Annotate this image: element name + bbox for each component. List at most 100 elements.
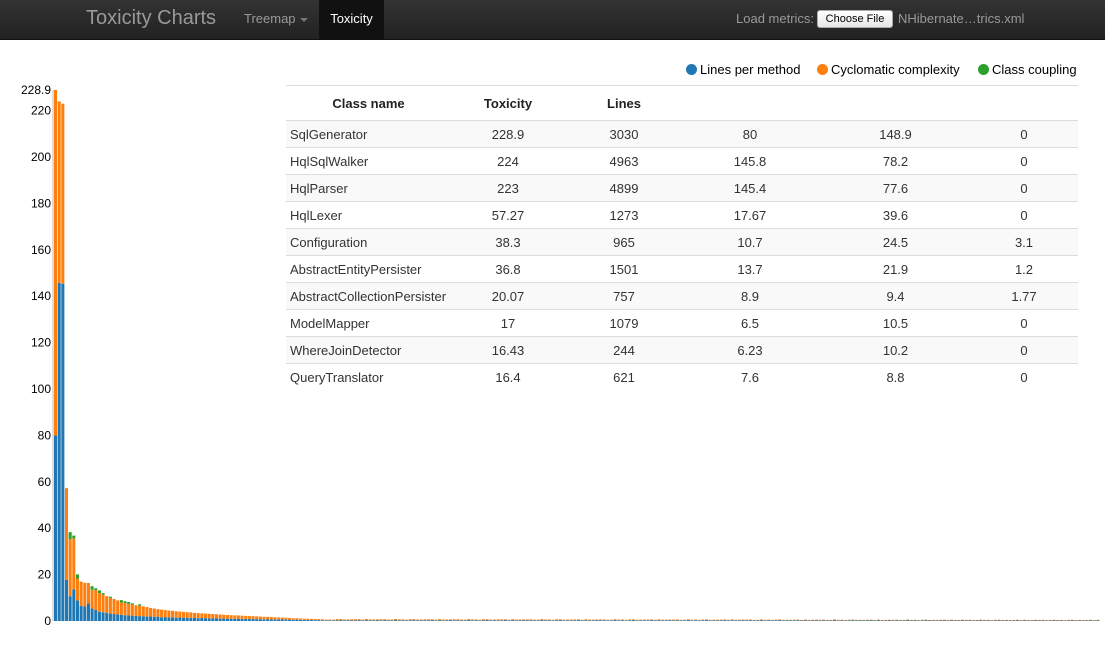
bar-segment-cyclomatic-complexity[interactable] xyxy=(785,619,789,621)
bar-segment-lines-per-method[interactable] xyxy=(255,619,259,621)
bar-segment-cyclomatic-complexity[interactable] xyxy=(683,619,687,621)
bar-segment-cyclomatic-complexity[interactable] xyxy=(438,619,442,621)
bar-segment-cyclomatic-complexity[interactable] xyxy=(412,619,416,621)
bar-segment-class-coupling[interactable] xyxy=(130,603,134,605)
bar-segment-lines-per-method[interactable] xyxy=(646,620,650,621)
bar-segment-lines-per-method[interactable] xyxy=(551,620,555,621)
bar-segment-cyclomatic-complexity[interactable] xyxy=(997,619,1001,621)
bar-segment-lines-per-method[interactable] xyxy=(247,619,251,621)
bar-segment-lines-per-method[interactable] xyxy=(792,620,796,621)
bar-segment-cyclomatic-complexity[interactable] xyxy=(562,619,566,621)
bar-segment-lines-per-method[interactable] xyxy=(470,620,474,621)
bar-segment-cyclomatic-complexity[interactable] xyxy=(456,619,460,621)
bar-segment-cyclomatic-complexity[interactable] xyxy=(1074,620,1078,621)
bar-segment-lines-per-method[interactable] xyxy=(182,617,186,621)
bar-segment-lines-per-method[interactable] xyxy=(602,620,606,621)
bar-segment-lines-per-method[interactable] xyxy=(781,620,785,621)
bar-segment-lines-per-method[interactable] xyxy=(240,618,244,621)
bar-segment-class-coupling[interactable] xyxy=(97,590,101,594)
bar-segment-cyclomatic-complexity[interactable] xyxy=(1019,620,1023,621)
bar-segment-lines-per-method[interactable] xyxy=(895,620,899,621)
bar-segment-cyclomatic-complexity[interactable] xyxy=(328,619,332,621)
bar-segment-lines-per-method[interactable] xyxy=(518,620,522,621)
bar-segment-cyclomatic-complexity[interactable] xyxy=(1034,619,1038,621)
bar-segment-lines-per-method[interactable] xyxy=(584,620,588,621)
table-row[interactable]: HqlParser 223 4899 145.4 77.6 0 xyxy=(286,174,1078,202)
bar-segment-cyclomatic-complexity[interactable] xyxy=(346,619,350,621)
bar-segment-cyclomatic-complexity[interactable] xyxy=(335,619,339,621)
bar-segment-lines-per-method[interactable] xyxy=(664,620,668,621)
bar-segment-cyclomatic-complexity[interactable] xyxy=(624,619,628,621)
bar-segment-cyclomatic-complexity[interactable] xyxy=(737,619,741,621)
bar-segment-cyclomatic-complexity[interactable] xyxy=(284,617,288,620)
bar-segment-cyclomatic-complexity[interactable] xyxy=(719,619,723,621)
bar-segment-lines-per-method[interactable] xyxy=(130,615,134,621)
bar-segment-lines-per-method[interactable] xyxy=(533,620,537,621)
bar-segment-cyclomatic-complexity[interactable] xyxy=(895,619,899,621)
bar-segment-cyclomatic-complexity[interactable] xyxy=(924,619,928,621)
bar-segment-lines-per-method[interactable] xyxy=(979,620,983,621)
bar-segment-lines-per-method[interactable] xyxy=(364,620,368,621)
bar-segment-lines-per-method[interactable] xyxy=(705,620,709,621)
bar-segment-lines-per-method[interactable] xyxy=(847,620,851,621)
bar-segment-class-coupling[interactable] xyxy=(108,596,112,598)
column-header-lines[interactable]: Lines xyxy=(569,85,679,121)
bar-segment-lines-per-method[interactable] xyxy=(357,620,361,621)
bar-segment-lines-per-method[interactable] xyxy=(317,620,321,621)
bar-segment-lines-per-method[interactable] xyxy=(668,620,672,621)
bar-segment-cyclomatic-complexity[interactable] xyxy=(540,619,544,621)
bar-segment-lines-per-method[interactable] xyxy=(715,620,720,621)
bar-segment-cyclomatic-complexity[interactable] xyxy=(657,619,661,621)
bar-segment-lines-per-method[interactable] xyxy=(419,620,423,621)
bar-segment-lines-per-method[interactable] xyxy=(939,620,943,621)
table-row[interactable]: AbstractEntityPersister 36.8 1501 13.7 21.9 1… xyxy=(286,255,1078,283)
bar-segment-cyclomatic-complexity[interactable] xyxy=(990,620,994,621)
bar-segment-cyclomatic-complexity[interactable] xyxy=(127,603,131,616)
bar-segment-cyclomatic-complexity[interactable] xyxy=(982,619,987,621)
bar-segment-cyclomatic-complexity[interactable] xyxy=(1056,620,1060,621)
bar-segment-lines-per-method[interactable] xyxy=(372,620,376,621)
bar-segment-cyclomatic-complexity[interactable] xyxy=(108,597,112,614)
bar-segment-cyclomatic-complexity[interactable] xyxy=(372,619,376,621)
bar-segment-cyclomatic-complexity[interactable] xyxy=(840,619,844,621)
bar-segment-lines-per-method[interactable] xyxy=(379,620,383,621)
bar-segment-cyclomatic-complexity[interactable] xyxy=(577,619,581,621)
bar-segment-cyclomatic-complexity[interactable] xyxy=(72,538,76,590)
bar-segment-cyclomatic-complexity[interactable] xyxy=(609,619,613,621)
bar-segment-cyclomatic-complexity[interactable] xyxy=(258,616,262,620)
bar-segment-cyclomatic-complexity[interactable] xyxy=(1030,619,1034,621)
bar-segment-lines-per-method[interactable] xyxy=(624,620,628,621)
bar-segment-lines-per-method[interactable] xyxy=(196,618,200,621)
bar-segment-cyclomatic-complexity[interactable] xyxy=(105,596,109,613)
bar-segment-cyclomatic-complexity[interactable] xyxy=(931,619,935,621)
bar-segment-cyclomatic-complexity[interactable] xyxy=(430,619,434,621)
bar-segment-cyclomatic-complexity[interactable] xyxy=(759,619,763,621)
bar-segment-cyclomatic-complexity[interactable] xyxy=(244,615,248,619)
bar-segment-cyclomatic-complexity[interactable] xyxy=(75,578,79,601)
bar-segment-cyclomatic-complexity[interactable] xyxy=(672,619,676,621)
bar-segment-cyclomatic-complexity[interactable] xyxy=(584,619,588,621)
bar-segment-lines-per-method[interactable] xyxy=(119,614,123,621)
bar-segment-lines-per-method[interactable] xyxy=(514,620,518,621)
bar-segment-lines-per-method[interactable] xyxy=(145,616,149,621)
bar-segment-lines-per-method[interactable] xyxy=(723,620,727,621)
bar-segment-cyclomatic-complexity[interactable] xyxy=(489,619,493,621)
bar-segment-cyclomatic-complexity[interactable] xyxy=(496,619,500,621)
bar-segment-cyclomatic-complexity[interactable] xyxy=(68,539,72,597)
bar-segment-lines-per-method[interactable] xyxy=(876,620,880,621)
bar-segment-cyclomatic-complexity[interactable] xyxy=(123,603,127,616)
bar-segment-cyclomatic-complexity[interactable] xyxy=(97,593,101,612)
bar-segment-lines-per-method[interactable] xyxy=(653,620,657,621)
bar-segment-lines-per-method[interactable] xyxy=(229,618,233,621)
bar-segment-lines-per-method[interactable] xyxy=(339,620,343,621)
bar-segment-lines-per-method[interactable] xyxy=(485,620,489,621)
bar-segment-lines-per-method[interactable] xyxy=(459,620,464,621)
bar-segment-lines-per-method[interactable] xyxy=(346,620,350,621)
bar-segment-cyclomatic-complexity[interactable] xyxy=(694,619,698,621)
bar-segment-cyclomatic-complexity[interactable] xyxy=(160,609,164,618)
bar-segment-cyclomatic-complexity[interactable] xyxy=(708,619,712,621)
bar-segment-cyclomatic-complexity[interactable] xyxy=(686,619,690,621)
bar-segment-lines-per-method[interactable] xyxy=(566,620,570,621)
table-row[interactable]: Configuration 38.3 965 10.7 24.5 3.1 xyxy=(286,228,1078,256)
bar-segment-lines-per-method[interactable] xyxy=(207,618,211,621)
